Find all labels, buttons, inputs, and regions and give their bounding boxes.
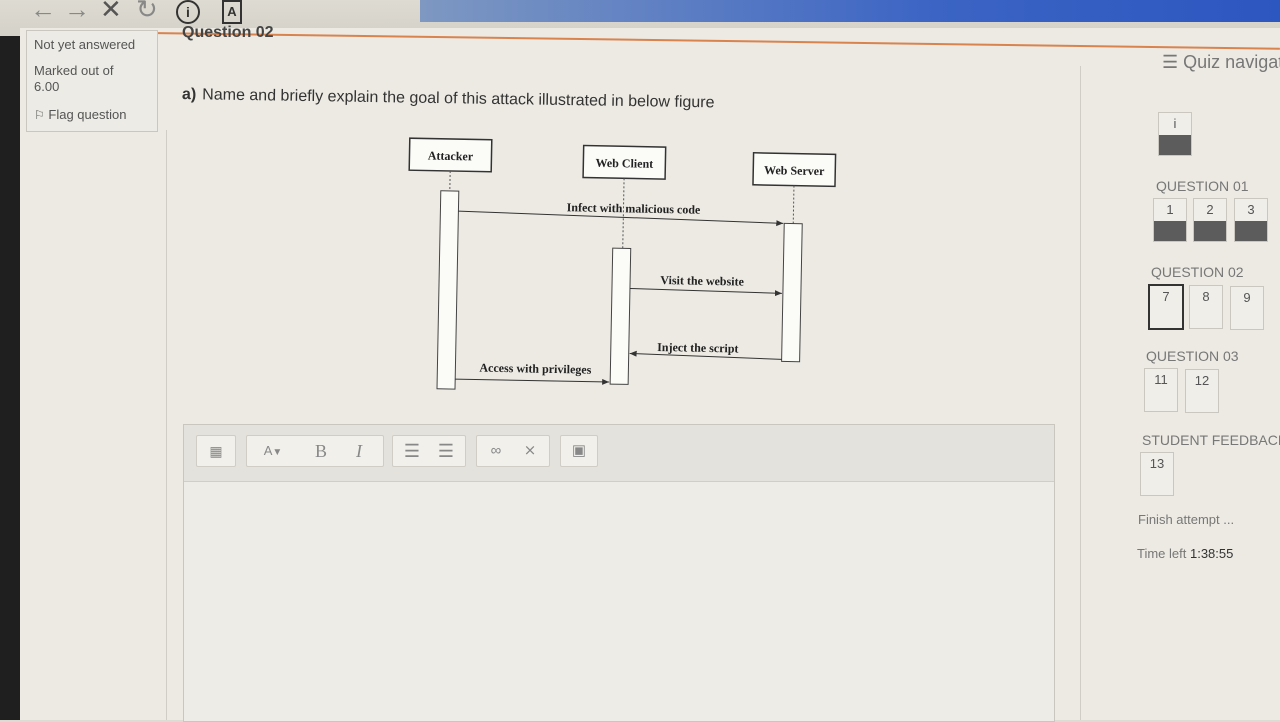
column-divider bbox=[166, 130, 167, 720]
marked-out-of-label: Marked out of bbox=[34, 63, 114, 78]
message-arrow-2 bbox=[630, 288, 782, 293]
nav-question-3[interactable]: 3 bbox=[1234, 198, 1268, 242]
nav-question-8-label: 8 bbox=[1202, 289, 1209, 304]
actor-web-client: Web Client bbox=[583, 146, 666, 180]
time-left-value: 1:38:55 bbox=[1190, 546, 1233, 561]
bold-icon[interactable]: B bbox=[305, 436, 337, 466]
nav-question-12[interactable]: 12 bbox=[1185, 369, 1219, 413]
actor-web-server-label: Web Server bbox=[764, 163, 825, 178]
nav-section-question-01: QUESTION 01 bbox=[1156, 178, 1249, 194]
show-more-icon[interactable]: ▦ bbox=[197, 436, 235, 466]
nav-column-divider bbox=[1080, 66, 1081, 720]
font-color-icon[interactable]: A▼ bbox=[251, 436, 295, 466]
nav-question-1[interactable]: 1 bbox=[1153, 198, 1187, 242]
close-icon[interactable]: ✕ bbox=[100, 0, 122, 25]
answer-editor: ▦ A▼ B I ☰ ☰ ∞ ⨯ ▣ bbox=[183, 424, 1055, 722]
nav-question-1-label: 1 bbox=[1166, 202, 1173, 217]
activation-web-server bbox=[782, 223, 803, 361]
nav-question-2[interactable]: 2 bbox=[1193, 198, 1227, 242]
nav-question-11-label: 11 bbox=[1154, 372, 1168, 387]
actor-web-server: Web Server bbox=[753, 153, 836, 187]
nav-question-12-label: 12 bbox=[1195, 373, 1209, 388]
message-label-3: Inject the script bbox=[657, 340, 739, 356]
question-title: Question 02 bbox=[182, 24, 274, 42]
time-left-label: Time left bbox=[1137, 546, 1186, 561]
message-arrow-4 bbox=[455, 379, 609, 382]
nav-question-11[interactable]: 11 bbox=[1144, 368, 1178, 412]
flag-question-label: Flag question bbox=[48, 107, 126, 122]
forward-icon[interactable]: → bbox=[64, 0, 90, 25]
nav-question-7[interactable]: 7 bbox=[1148, 284, 1184, 330]
flag-icon: ⚐ bbox=[34, 108, 45, 122]
nav-question-3-label: 3 bbox=[1247, 202, 1254, 217]
nav-section-question-02: QUESTION 02 bbox=[1151, 264, 1244, 280]
toolbar-group-more: ▦ bbox=[196, 435, 236, 467]
marked-out-of-value: 6.00 bbox=[34, 79, 59, 94]
link-icon[interactable]: ∞ bbox=[481, 436, 511, 466]
nav-question-7-label: 7 bbox=[1162, 289, 1169, 304]
quiz-navigation-label: Quiz navigation bbox=[1183, 52, 1280, 72]
image-icon[interactable]: ▣ bbox=[561, 436, 597, 466]
ordered-list-icon[interactable]: ☰ bbox=[431, 436, 461, 466]
nav-question-13[interactable]: 13 bbox=[1140, 452, 1174, 496]
answer-textarea[interactable] bbox=[184, 482, 1052, 720]
info-nav-label: i bbox=[1174, 116, 1177, 131]
finish-attempt-link[interactable]: Finish attempt ... bbox=[1138, 512, 1234, 527]
nav-question-9[interactable]: 9 bbox=[1230, 286, 1264, 330]
message-label-1: Infect with malicious code bbox=[567, 200, 702, 217]
nav-section-question-03: QUESTION 03 bbox=[1146, 348, 1239, 364]
menu-icon[interactable]: ☰ bbox=[1162, 52, 1178, 72]
reader-mode-icon[interactable]: A bbox=[222, 0, 242, 24]
actor-attacker: Attacker bbox=[409, 138, 492, 172]
unlink-icon[interactable]: ⨯ bbox=[515, 436, 545, 466]
reload-icon[interactable]: ↻ bbox=[136, 0, 158, 25]
toolbar-group-links: ∞ ⨯ bbox=[476, 435, 550, 467]
editor-toolbar: ▦ A▼ B I ☰ ☰ ∞ ⨯ ▣ bbox=[184, 425, 1054, 482]
back-icon[interactable]: ← bbox=[30, 0, 56, 25]
unordered-list-icon[interactable]: ☰ bbox=[397, 436, 427, 466]
question-info-box: Not yet answered Marked out of 6.00 ⚐ Fl… bbox=[26, 30, 158, 132]
actor-web-client-label: Web Client bbox=[595, 156, 653, 171]
question-part: a) bbox=[182, 86, 196, 103]
toolbar-group-lists: ☰ ☰ bbox=[392, 435, 466, 467]
nav-question-2-label: 2 bbox=[1206, 202, 1213, 217]
toolbar-group-format: A▼ B I bbox=[246, 435, 384, 467]
nav-question-8[interactable]: 8 bbox=[1189, 285, 1223, 329]
answer-state: Not yet answered bbox=[34, 37, 135, 52]
message-label-4: Access with privileges bbox=[479, 361, 592, 377]
quiz-navigation-title: ☰ Quiz navigation bbox=[1162, 52, 1280, 73]
nav-question-9-label: 9 bbox=[1243, 290, 1250, 305]
message-label-2: Visit the website bbox=[660, 273, 744, 289]
nav-question-13-label: 13 bbox=[1150, 456, 1164, 471]
screen-bezel bbox=[0, 0, 20, 720]
site-info-icon[interactable]: i bbox=[176, 0, 200, 24]
activation-attacker bbox=[437, 191, 459, 389]
nav-section-student-feedback: STUDENT FEEDBACK bbox=[1142, 432, 1280, 448]
lifeline-web-server bbox=[793, 186, 794, 224]
info-nav-button[interactable]: i bbox=[1158, 112, 1192, 156]
activation-web-client bbox=[610, 248, 631, 384]
flag-question-link[interactable]: ⚐ Flag question bbox=[34, 107, 126, 122]
time-left: Time left 1:38:55 bbox=[1137, 546, 1233, 561]
sequence-diagram: Attacker Web Client Web Server Infect wi… bbox=[400, 128, 860, 398]
toolbar-group-media: ▣ bbox=[560, 435, 598, 467]
browser-tab-strip bbox=[420, 0, 1280, 22]
actor-attacker-label: Attacker bbox=[428, 149, 474, 164]
italic-icon[interactable]: I bbox=[343, 436, 375, 466]
